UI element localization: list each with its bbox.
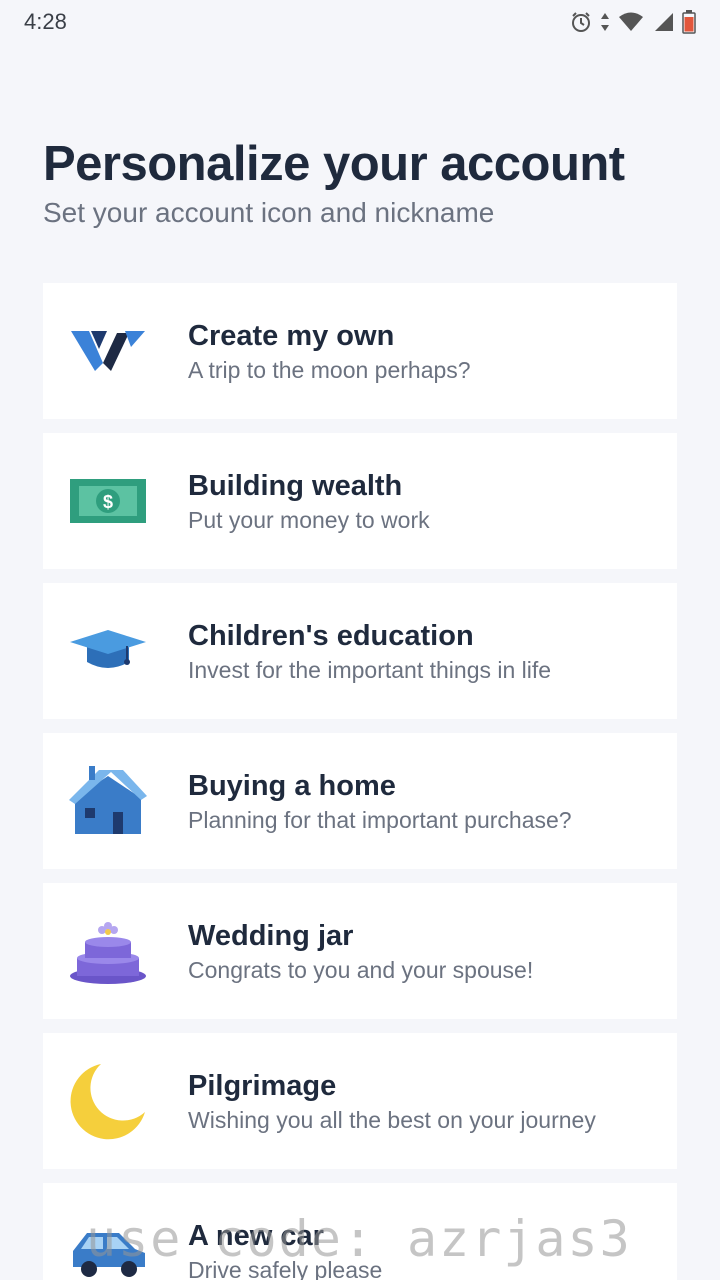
svg-text:$: $ [103, 492, 113, 512]
header: Personalize your account Set your accoun… [43, 136, 683, 230]
goal-card-building-wealth[interactable]: $ Building wealth Put your money to work [43, 433, 677, 569]
goal-card-childrens-education[interactable]: Children's education Invest for the impo… [43, 583, 677, 719]
crescent-moon-icon [69, 1062, 147, 1140]
graduation-cap-icon [69, 612, 147, 690]
goal-card-pilgrimage[interactable]: Pilgrimage Wishing you all the best on y… [43, 1033, 677, 1169]
goal-title: Buying a home [188, 770, 396, 802]
goal-description: A trip to the moon perhaps? [188, 357, 471, 383]
goal-description: Drive safely please [188, 1257, 383, 1280]
goal-description: Wishing you all the best on your journey [188, 1107, 596, 1133]
goal-title: Pilgrimage [188, 1070, 337, 1102]
cake-icon [69, 912, 147, 990]
goal-card-buying-a-home[interactable]: Buying a home Planning for that importan… [43, 733, 677, 869]
goal-description: Congrats to you and your spouse! [188, 957, 534, 983]
house-icon [69, 762, 147, 840]
car-icon [69, 1212, 147, 1280]
goal-title: Children's education [188, 620, 474, 652]
goal-description: Planning for that important purchase? [188, 807, 572, 833]
goal-list: Create my own A trip to the moon perhaps… [43, 283, 677, 1280]
alarm-icon [570, 11, 592, 33]
goal-card-create-my-own[interactable]: Create my own A trip to the moon perhaps… [43, 283, 677, 419]
data-arrows-icon [600, 11, 610, 33]
goal-title: Building wealth [188, 470, 403, 502]
page-title: Personalize your account [43, 137, 625, 191]
goal-card-a-new-car[interactable]: A new car Drive safely please [43, 1183, 677, 1280]
battery-icon [682, 10, 696, 34]
page-subtitle: Set your account icon and nickname [43, 197, 495, 228]
logo-icon [69, 312, 147, 390]
money-icon: $ [69, 462, 147, 540]
goal-card-wedding-jar[interactable]: Wedding jar Congrats to you and your spo… [43, 883, 677, 1019]
goal-title: A new car [188, 1220, 324, 1252]
screen: 4:28 Personalize your account Set your a… [0, 0, 720, 1280]
goal-title: Wedding jar [188, 920, 354, 952]
goal-description: Invest for the important things in life [188, 657, 552, 683]
status-icons [570, 10, 696, 34]
goal-title: Create my own [188, 320, 395, 352]
signal-icon [652, 11, 674, 33]
status-time: 4:28 [24, 9, 67, 34]
wifi-icon [618, 11, 644, 33]
goal-description: Put your money to work [188, 507, 430, 533]
status-bar: 4:28 [0, 0, 720, 44]
